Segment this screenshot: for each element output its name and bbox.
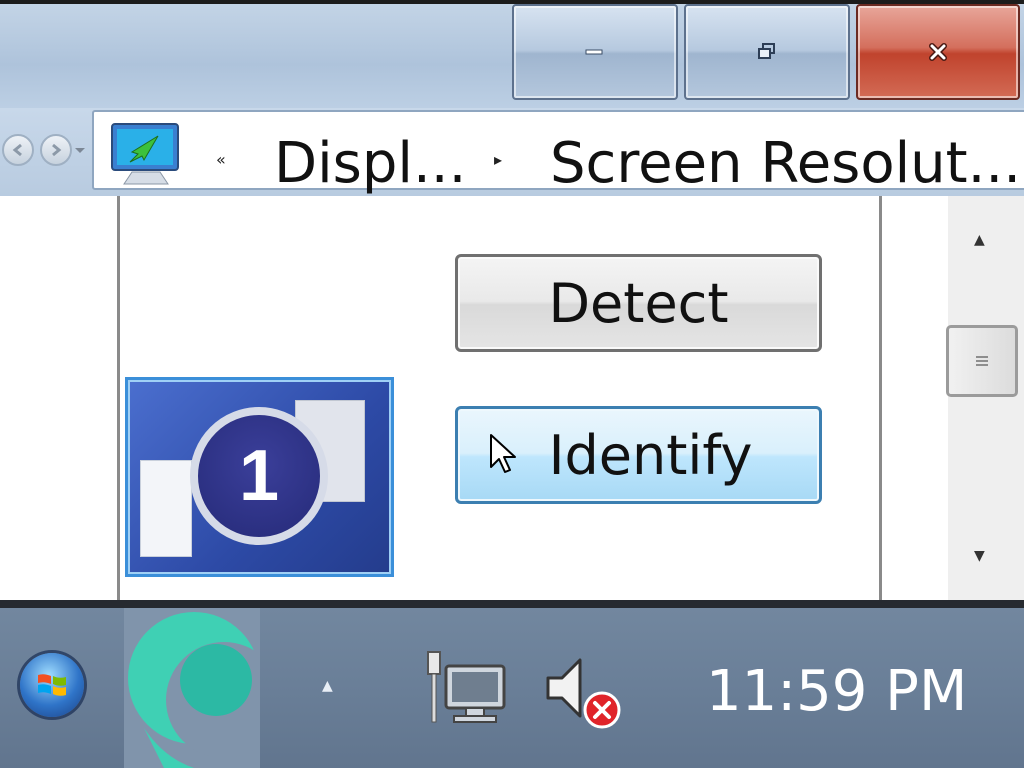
close-icon: [929, 43, 947, 61]
back-arrow-icon: [12, 143, 22, 157]
scroll-down-arrow-icon[interactable]: ▼: [974, 548, 985, 564]
taskbar-app-button[interactable]: [124, 608, 260, 768]
scroll-up-arrow-icon[interactable]: ▲: [974, 232, 985, 248]
scrollbar-thumb[interactable]: [946, 325, 1018, 397]
identify-button-label: Identify: [548, 423, 753, 487]
forward-button[interactable]: [40, 134, 72, 166]
close-button[interactable]: [856, 4, 1020, 100]
monitor-preview-window-small: [140, 460, 192, 557]
panel-divider-left: [117, 196, 120, 600]
app-icon: [128, 612, 260, 768]
show-hidden-icons-button[interactable]: ▲: [322, 678, 333, 694]
breadcrumb-screen-resolution[interactable]: Screen Resolut...: [550, 128, 1021, 200]
mouse-cursor-icon: [490, 434, 516, 473]
restore-button[interactable]: [684, 4, 850, 100]
windows-start-icon: [38, 674, 66, 696]
minimize-icon: [585, 49, 603, 55]
monitor-number-badge: 1: [190, 407, 328, 545]
panel-divider-right: [879, 196, 882, 600]
taskbar-clock[interactable]: 11:59 PM: [706, 660, 967, 724]
breadcrumb-separator-icon[interactable]: ▸: [494, 150, 502, 169]
volume-muted-icon[interactable]: [544, 652, 626, 732]
vertical-scrollbar[interactable]: [948, 196, 1024, 600]
nav-buttons: [2, 134, 86, 170]
breadcrumb-display[interactable]: Displ...: [274, 128, 466, 200]
restore-icon: [758, 43, 775, 59]
grip-icon: [976, 356, 988, 366]
display-settings-icon: [111, 123, 179, 185]
breadcrumb-overflow-chevron-icon[interactable]: «: [216, 150, 226, 169]
recent-pages-chevron-icon[interactable]: [74, 146, 86, 156]
back-button[interactable]: [2, 134, 34, 166]
identify-button[interactable]: Identify: [455, 406, 822, 504]
detect-button[interactable]: Detect: [455, 254, 822, 352]
minimize-button[interactable]: [512, 4, 678, 100]
network-icon[interactable]: [424, 650, 508, 726]
forward-arrow-icon: [52, 143, 62, 157]
start-button[interactable]: [20, 653, 84, 717]
